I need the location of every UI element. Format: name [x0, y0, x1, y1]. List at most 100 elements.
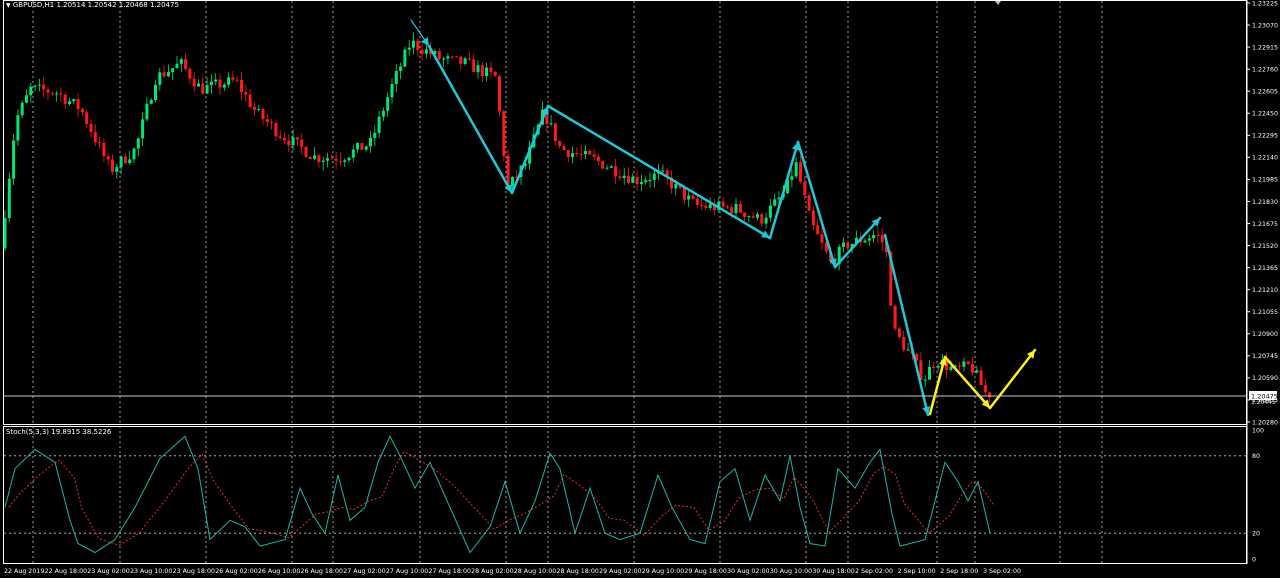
- candle-body: [373, 132, 377, 138]
- candle-body: [235, 79, 239, 81]
- time-axis-label: 2 Sep 02:00: [855, 568, 893, 575]
- price-tick-label: 1.22140: [1252, 155, 1278, 162]
- candle-body: [983, 385, 987, 393]
- time-axis-label: 22 Aug 18:00: [45, 568, 87, 575]
- candle-body: [876, 234, 880, 236]
- candle-body: [132, 148, 136, 160]
- candle-body: [343, 160, 347, 162]
- candle-body: [261, 108, 265, 120]
- zigzag-arrow: [510, 104, 550, 195]
- candle-body: [734, 203, 738, 214]
- candle-body: [55, 93, 59, 95]
- candle-body: [291, 137, 295, 146]
- candle-body: [605, 167, 609, 169]
- time-axis-label: 28 Aug 10:00: [514, 568, 556, 575]
- time-axis-label: 30 Aug 10:00: [770, 568, 812, 575]
- candle-body: [635, 176, 639, 185]
- ohlc-quote: 1.20514 1.20542 1.20468 1.20475: [56, 1, 179, 9]
- candle-body: [231, 77, 235, 80]
- candle-body: [29, 86, 33, 96]
- candle-body: [360, 143, 364, 150]
- candle-body: [119, 156, 123, 168]
- candle-body: [420, 49, 424, 54]
- candle-body: [566, 150, 570, 158]
- projection-arrow: [988, 348, 1037, 410]
- candle-body: [467, 58, 471, 60]
- candle-body: [356, 143, 360, 150]
- candle-body: [68, 101, 71, 105]
- time-axis-label: 23 Aug 10:00: [130, 568, 172, 575]
- candle-body: [270, 122, 274, 124]
- candle-body: [842, 242, 845, 247]
- candle-body: [424, 49, 428, 54]
- candle-body: [399, 66, 403, 72]
- candle-body: [63, 94, 67, 105]
- price-chart[interactable]: 100 80 20 0 1.23225 1.23070 1.22915 1.22760 1.2…: [0, 0, 1280, 578]
- candle-body: [80, 109, 84, 113]
- chart-window[interactable]: 100 80 20 0 1.23225 1.23070 1.22915 1.22760 1.2…: [0, 0, 1280, 578]
- price-tick-label: 1.20590: [1252, 375, 1278, 382]
- candle-body: [820, 234, 824, 243]
- time-axis-label: 27 Aug 10:00: [386, 568, 428, 575]
- candle-body: [115, 167, 119, 172]
- candle-body: [751, 216, 755, 218]
- candle-body: [287, 140, 291, 146]
- price-tick-label: 1.23070: [1252, 22, 1278, 29]
- candle-body: [639, 182, 643, 185]
- candle-body: [768, 205, 772, 218]
- candle-body: [33, 85, 37, 87]
- price-tick-label: 1.22605: [1252, 89, 1278, 96]
- candle-body: [790, 176, 794, 180]
- candle-body: [3, 218, 7, 249]
- time-axis-label: 28 Aug 02:00: [471, 568, 513, 575]
- candle-body: [601, 160, 605, 169]
- candle-body: [880, 235, 884, 243]
- chart-header: ▼ GBPUSD,H1 1.20514 1.20542 1.20468 1.20…: [6, 1, 179, 9]
- candle-body: [20, 102, 24, 116]
- candle-body: [773, 199, 777, 206]
- candle-body: [184, 59, 188, 69]
- candle-body: [807, 195, 811, 211]
- candle-body: [154, 84, 157, 100]
- candle-body: [695, 198, 699, 206]
- candle-body: [192, 78, 196, 87]
- price-tick-label: 1.20900: [1252, 331, 1278, 338]
- zigzag-arrow: [427, 44, 514, 195]
- candle-body: [747, 216, 751, 218]
- candle-body: [240, 80, 243, 93]
- candle-body: [334, 158, 338, 161]
- stoch-level-label: 80: [1252, 453, 1260, 460]
- candle-body: [403, 49, 407, 67]
- candle-body: [644, 180, 648, 183]
- candle-body: [295, 137, 299, 140]
- candle-body: [596, 156, 600, 161]
- price-tick-label: 1.22450: [1252, 111, 1278, 118]
- candle-body: [377, 116, 381, 133]
- candle-body: [614, 166, 618, 177]
- candle-body: [958, 365, 962, 367]
- time-axis-label: 2 Sep 18:00: [940, 568, 978, 575]
- candle-body: [936, 366, 940, 368]
- candle-body: [381, 110, 385, 117]
- candle-body: [738, 203, 742, 213]
- triangle-down-icon[interactable]: ▼: [6, 2, 11, 9]
- candle-body: [760, 214, 764, 224]
- price-tick-label: 1.22915: [1252, 44, 1278, 51]
- candle-body: [338, 160, 342, 162]
- price-tick-label: 1.21210: [1252, 287, 1278, 294]
- candle-body: [128, 159, 132, 164]
- candle-body: [661, 170, 665, 172]
- candle-body: [756, 214, 759, 218]
- candle-body: [386, 97, 390, 111]
- candle-body: [89, 124, 93, 133]
- candle-body: [631, 176, 635, 183]
- candle-body: [949, 366, 953, 371]
- candle-body: [42, 84, 46, 90]
- time-axis-label: 30 Aug 02:00: [727, 568, 769, 575]
- chart-shift-marker[interactable]: [995, 1, 1001, 5]
- current-price-top-label: 1.20445: [1251, 399, 1276, 406]
- candle-body: [158, 72, 162, 85]
- candle-body: [571, 153, 575, 158]
- candle-body: [171, 68, 175, 73]
- candle-body: [98, 142, 102, 144]
